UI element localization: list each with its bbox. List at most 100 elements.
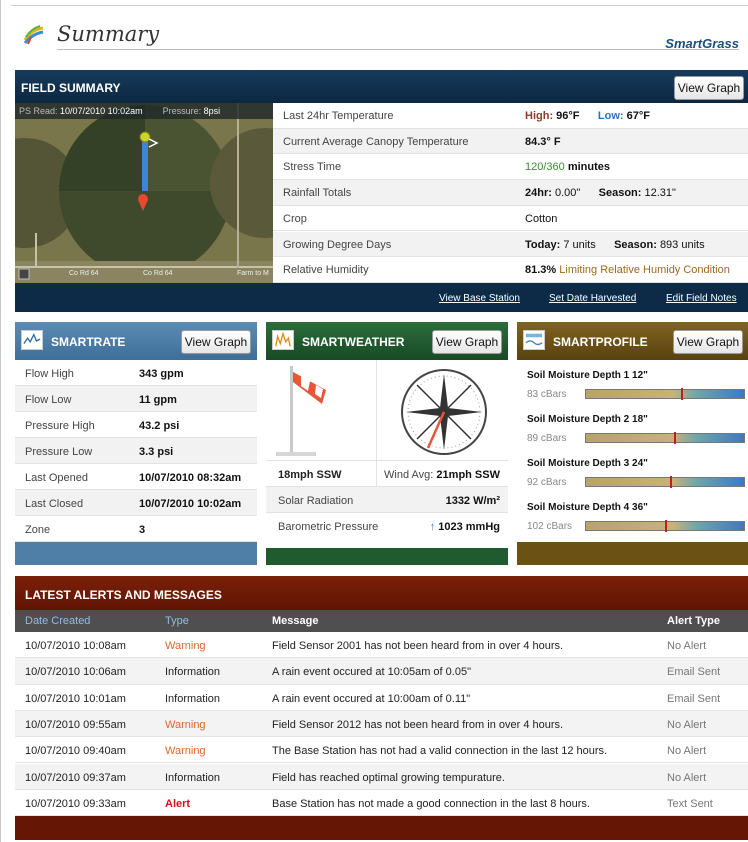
field-row-humidity: Relative Humidity 81.3% Limiting Relativ… (273, 257, 748, 283)
field-row-key: Current Average Canopy Temperature (283, 135, 469, 148)
wind-speed-value: 18mph SSW (278, 469, 342, 481)
smartrate-row: Last Opened 10/07/2010 08:32am (15, 464, 257, 490)
barometric-pressure-row: Barometric Pressure ↑ 1023 mmHg (266, 512, 508, 538)
edit-field-notes-link[interactable]: Edit Field Notes (666, 293, 737, 304)
smartrate-key: Pressure High (25, 420, 95, 432)
column-type[interactable]: Type (165, 615, 189, 627)
alert-row[interactable]: 10/07/2010 09:33am Alert Base Station has … (15, 790, 748, 817)
alert-row[interactable]: 10/07/2010 10:01am Information A rain even… (15, 685, 748, 711)
alert-delivery: No Alert (667, 771, 707, 784)
high-value: 96°F (556, 110, 580, 122)
ps-read-label: PS Read: (19, 106, 58, 116)
field-row-key: Stress Time (283, 161, 342, 174)
field-row-key: Growing Degree Days (283, 238, 392, 251)
rain-season-value: 12.31" (644, 187, 676, 200)
alert-type-label: Warning (165, 640, 206, 652)
gdd-season-value: 893 units (659, 238, 705, 251)
alert-row[interactable]: 10/07/2010 09:40am Warning The Base Statio… (15, 737, 748, 764)
humidity-value: 81.3% (525, 264, 557, 277)
alert-row[interactable]: 10/07/2010 10:06am Information A rain even… (15, 658, 748, 685)
soil-moisture-marker (674, 432, 677, 444)
smartrate-chart-icon (21, 330, 43, 350)
wind-row: 18mph SSW Wind Avg: 21mph SSW (266, 460, 508, 487)
alert-type-label: Information (165, 666, 221, 679)
smartrate-title: SMARTRATE (51, 335, 126, 349)
column-message[interactable]: Message (272, 615, 318, 627)
low-value: 67°F (626, 110, 650, 122)
alert-row[interactable]: 10/07/2010 10:08am Warning Field Sensor 20… (15, 632, 748, 659)
field-row-value: Today: 7 units Season: 893 units (525, 239, 705, 251)
stress-time-unit: minutes (567, 161, 611, 174)
alert-row[interactable]: 10/07/2010 09:55am Warning Field Sensor 20… (15, 710, 748, 738)
alert-delivery: Text Sent (667, 797, 713, 810)
alert-row[interactable]: 10/07/2010 09:37am Information Field has r… (15, 763, 748, 790)
smartweather-chart-icon (272, 330, 294, 350)
barometric-value: 1023 mmHg (438, 521, 500, 533)
alert-message: The Base Station has not had a valid con… (272, 745, 608, 758)
smartrate-key: Last Opened (25, 472, 88, 484)
column-date-created[interactable]: Date Created (25, 615, 90, 627)
field-summary-header: FIELD SUMMARY View Graph (15, 70, 748, 103)
field-summary-view-graph-button[interactable]: View Graph (674, 76, 744, 100)
alert-message: Field Sensor 2001 has not been heard fro… (272, 640, 564, 652)
alert-delivery: No Alert (667, 640, 707, 652)
smartrate-value: 10/07/2010 10:02am (139, 498, 242, 510)
soil-depth-value: 83 cBars (527, 389, 567, 400)
smartrate-panel: SMARTRATE View Graph Flow High 343 gpm Fl… (15, 322, 257, 565)
field-row-rainfall: Rainfall Totals 24hr: 0.00" Season: 12.3… (273, 180, 748, 206)
weather-value: ↑ 1023 mmHg (430, 521, 500, 533)
alert-message: Field Sensor 2012 has not been heard fro… (272, 718, 564, 731)
field-row-key: Rainfall Totals (283, 187, 352, 200)
smartprofile-view-graph-button[interactable]: View Graph (673, 330, 743, 354)
page-header: Summary SmartGrass (21, 14, 739, 51)
set-date-harvested-link[interactable]: Set Date Harvested (549, 293, 636, 304)
alert-message: A rain event occured at 10:00am of 0.11" (272, 692, 471, 705)
soil-depth-label: Soil Moisture Depth 2 18" (527, 414, 648, 425)
alert-date: 10/07/2010 10:01am (25, 692, 126, 705)
alert-type-label: Information (165, 692, 221, 705)
soil-moisture-bar (585, 388, 745, 400)
alerts-title: LATEST ALERTS AND MESSAGES (25, 588, 222, 602)
page-frame: Summary SmartGrass FIELD SUMMARY View Gr… (0, 0, 748, 842)
weather-value: 1332 W/m² (445, 495, 500, 507)
smartrate-row: Last Closed 10/07/2010 10:02am (15, 490, 257, 516)
alert-type-label: Information (165, 771, 221, 784)
humidity-note: Limiting Relative Humidy Condition (559, 264, 730, 277)
alerts-table: 10/07/2010 10:08am Warning Field Sensor 20… (15, 632, 748, 817)
smartrate-row: Pressure Low 3.3 psi (15, 438, 257, 464)
field-row-value: 120/360 minutes (525, 161, 610, 173)
smartweather-body: 18mph SSW Wind Avg: 21mph SSW Solar Radi… (266, 360, 508, 548)
smartrate-row: Pressure High 43.2 psi (15, 412, 257, 438)
wind-avg: Wind Avg: 21mph SSW (384, 469, 500, 481)
soil-depth-value: 92 cBars (527, 477, 567, 488)
field-row-key: Relative Humidity (283, 264, 369, 277)
wind-compass-icon (401, 369, 487, 455)
map-road-label: Co Rd 64 (143, 270, 173, 277)
column-alert-type[interactable]: Alert Type (667, 615, 720, 627)
field-map[interactable]: PS Read: 10/07/2010 10:02am Pressure: 8p… (15, 103, 273, 283)
soil-depth-label: Soil Moisture Depth 1 12" (527, 370, 648, 381)
weather-key: Solar Radiation (278, 495, 354, 507)
soil-moisture-bar (585, 476, 745, 488)
smartrate-header: SMARTRATE View Graph (15, 322, 257, 360)
rain-season-label: Season: (598, 187, 642, 200)
smartrate-row: Flow High 343 gpm (15, 360, 257, 386)
alert-date: 10/07/2010 09:33am (25, 797, 126, 810)
view-base-station-link[interactable]: View Base Station (439, 293, 520, 304)
smartrate-value: 10/07/2010 08:32am (139, 472, 242, 484)
soil-depth-label: Soil Moisture Depth 3 24" (527, 458, 648, 469)
alert-date: 10/07/2010 10:08am (25, 640, 126, 652)
soil-depth-label: Soil Moisture Depth 4 36" (527, 502, 648, 513)
smartweather-view-graph-button[interactable]: View Graph (432, 330, 502, 354)
alert-message: Base Station has not made a good connect… (272, 797, 590, 810)
low-label: Low: (597, 110, 624, 122)
alert-type-label: Warning (165, 718, 206, 731)
smartrate-key: Zone (25, 524, 51, 536)
smartrate-view-graph-button[interactable]: View Graph (181, 330, 251, 354)
top-rule (11, 0, 748, 6)
weather-divider (376, 360, 377, 460)
field-row-key: Crop (283, 212, 307, 225)
gdd-today-label: Today: (525, 238, 561, 251)
smartprofile-title: SMARTPROFILE (553, 335, 648, 349)
ps-read-value: 10/07/2010 10:02am (60, 106, 143, 116)
